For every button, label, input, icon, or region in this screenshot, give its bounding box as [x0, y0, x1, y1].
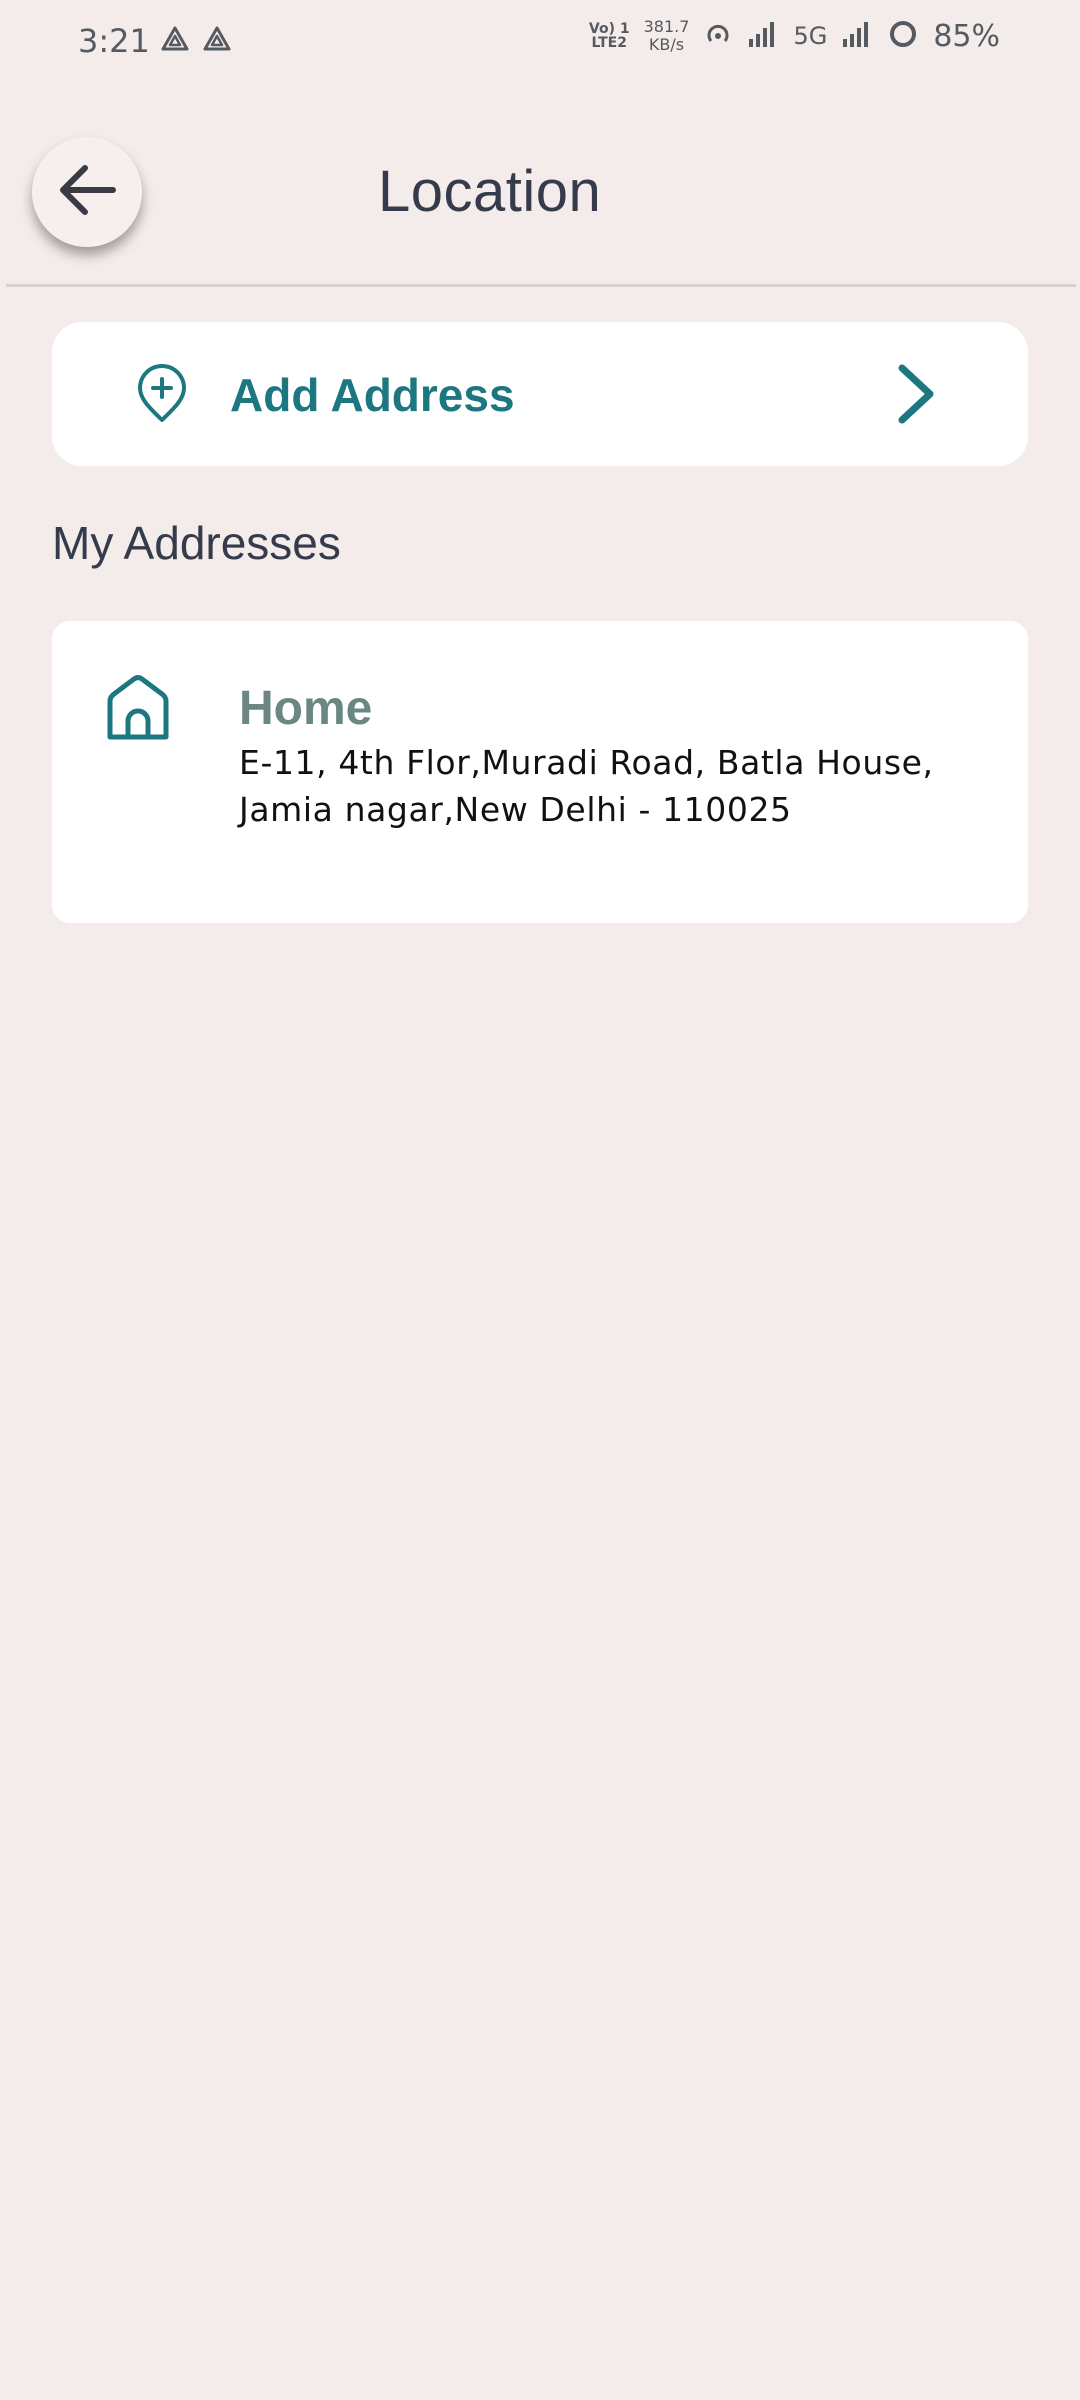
location-pin-plus-icon	[136, 364, 188, 429]
volte-indicator: Vo) 1 LTE2	[588, 21, 630, 51]
drive-triangle-icon	[202, 24, 232, 59]
back-button[interactable]	[32, 137, 142, 247]
status-notification-icons	[160, 24, 232, 59]
add-address-button[interactable]: Add Address	[52, 322, 1028, 466]
status-time: 3:21	[78, 22, 150, 60]
battery-ring-icon	[887, 18, 919, 54]
header-divider	[6, 284, 1076, 287]
address-card[interactable]: Home E-11, 4th Flor,Muradi Road, Batla H…	[52, 621, 1028, 923]
page-title: Location	[378, 159, 602, 224]
battery-percent: 85%	[933, 18, 1000, 54]
section-title: My Addresses	[52, 517, 341, 569]
network-speed: 381.7 KB/s	[643, 17, 690, 54]
signal-strength-icon	[747, 19, 779, 53]
chevron-right-icon	[896, 364, 936, 429]
network-type: 5G	[793, 22, 828, 50]
address-label: Home	[239, 682, 373, 735]
signal-strength-icon	[841, 19, 873, 53]
status-right-group: Vo) 1 LTE2 381.7 KB/s 5G 85%	[589, 18, 1000, 54]
arrow-left-icon	[57, 164, 117, 221]
home-icon	[102, 671, 174, 748]
hotspot-icon	[703, 19, 733, 53]
address-text: E-11, 4th Flor,Muradi Road, Batla House,…	[239, 743, 934, 829]
status-bar: 3:21 Vo) 1 LTE2 381.7 KB/s 5G 85%	[0, 0, 1080, 80]
drive-triangle-icon	[160, 24, 190, 59]
add-address-label: Add Address	[230, 369, 515, 421]
